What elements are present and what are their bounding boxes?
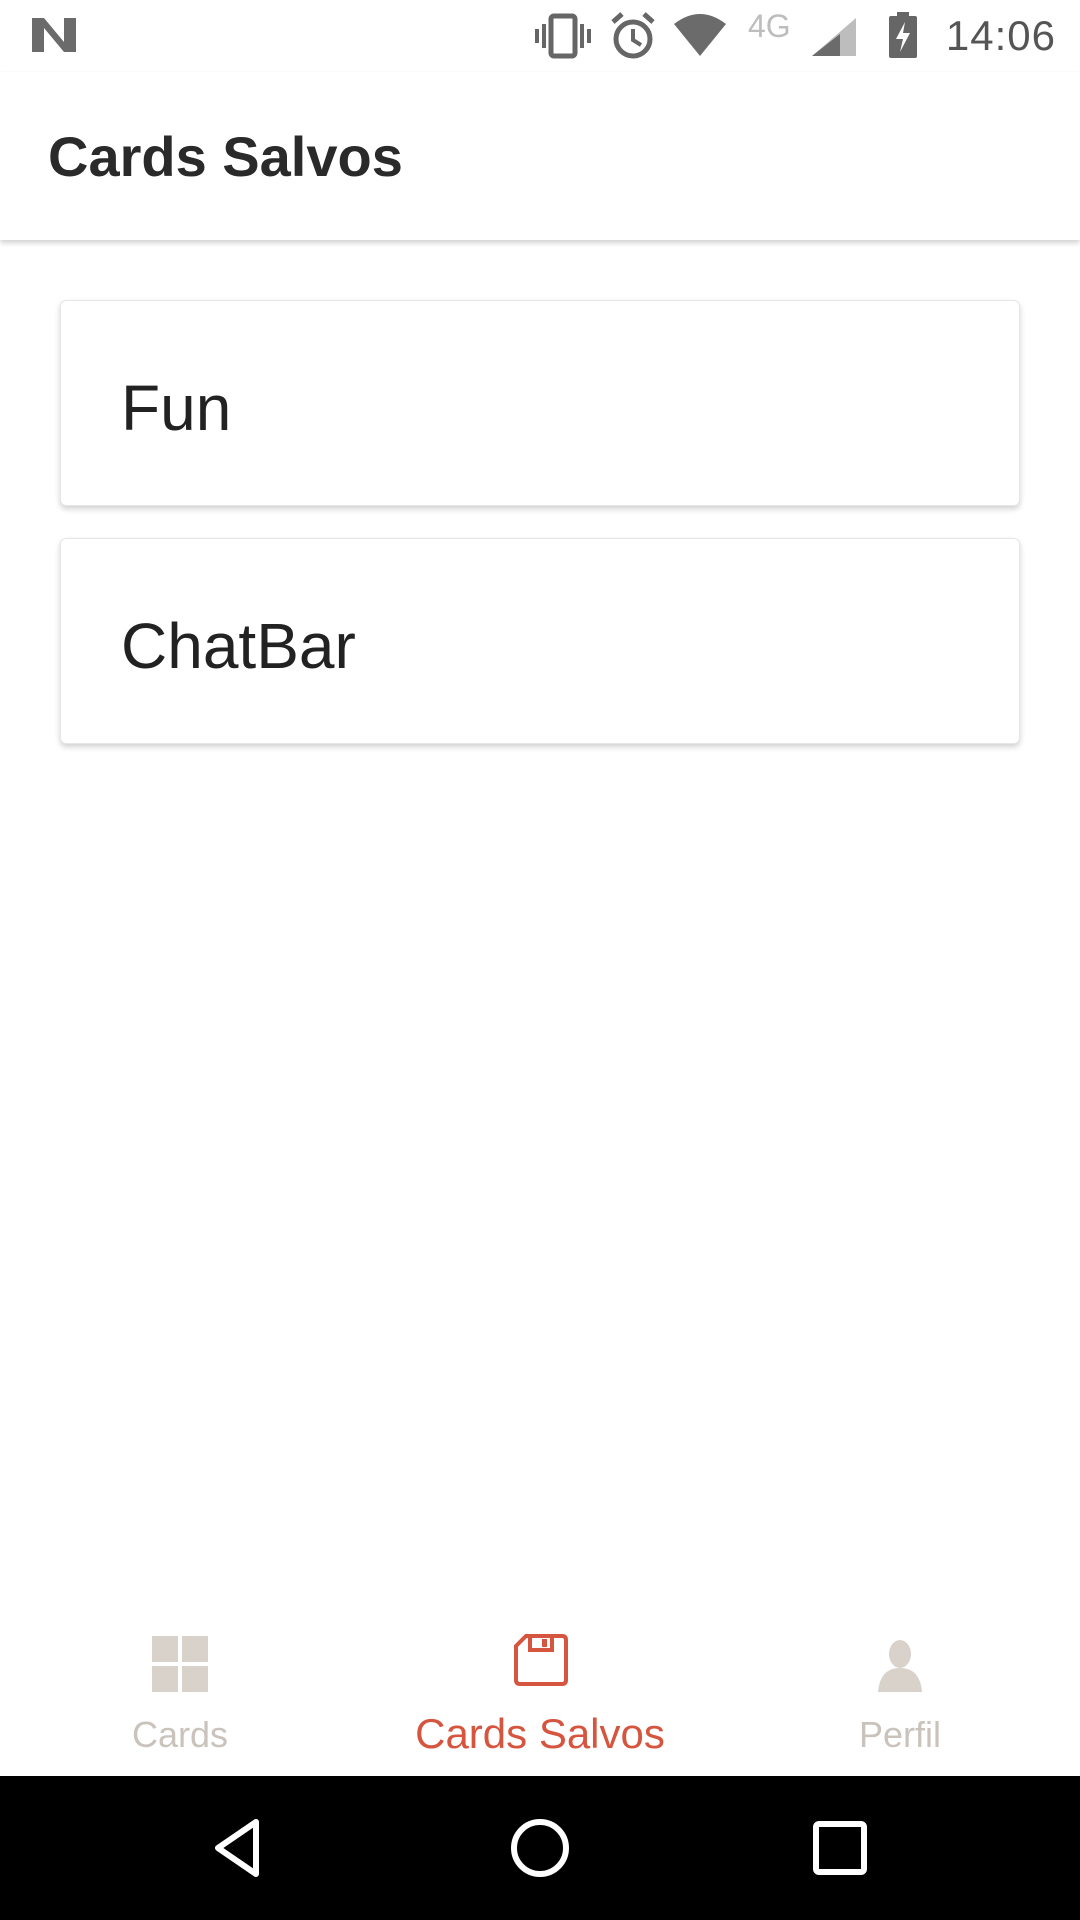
card-title: ChatBar: [121, 610, 356, 682]
n-logo-icon: [32, 18, 76, 52]
bottom-navigation: Cards Cards Salvos Perfil: [0, 1608, 1080, 1776]
recents-icon[interactable]: [804, 1812, 876, 1884]
cell-signal-icon: [812, 18, 856, 56]
nav-item-perfil[interactable]: Perfil: [720, 1608, 1080, 1776]
wifi-icon: [674, 14, 726, 56]
screen: 4G 14:06 Cards Salvos Fun ChatBar Cards …: [0, 0, 1080, 1920]
nav-label: Perfil: [858, 1714, 942, 1755]
status-time: 14:06: [945, 12, 1056, 59]
app-bar: Cards Salvos: [0, 72, 1080, 240]
vibrate-icon: [535, 13, 591, 59]
system-navigation-bar: [0, 1776, 1080, 1920]
status-bar: 4G 14:06: [0, 0, 1080, 72]
saved-card-chatbar[interactable]: ChatBar: [60, 538, 1020, 744]
network-type-label: 4G: [748, 8, 791, 44]
home-icon[interactable]: [504, 1812, 576, 1884]
person-icon: [878, 1640, 922, 1692]
battery-charging-icon: [889, 12, 917, 58]
save-icon: [514, 1634, 568, 1686]
nav-item-cards-salvos[interactable]: Cards Salvos: [360, 1608, 720, 1776]
card-title: Fun: [121, 372, 232, 444]
back-icon[interactable]: [204, 1812, 276, 1884]
nav-item-cards[interactable]: Cards: [0, 1608, 360, 1776]
saved-card-fun[interactable]: Fun: [60, 300, 1020, 506]
grid-icon: [152, 1636, 208, 1692]
nav-label: Cards: [131, 1714, 229, 1755]
saved-cards-list: Fun ChatBar: [60, 300, 1020, 776]
alarm-icon: [611, 12, 655, 59]
nav-label: Cards Salvos: [415, 1710, 665, 1757]
page-title: Cards Salvos: [48, 125, 403, 188]
